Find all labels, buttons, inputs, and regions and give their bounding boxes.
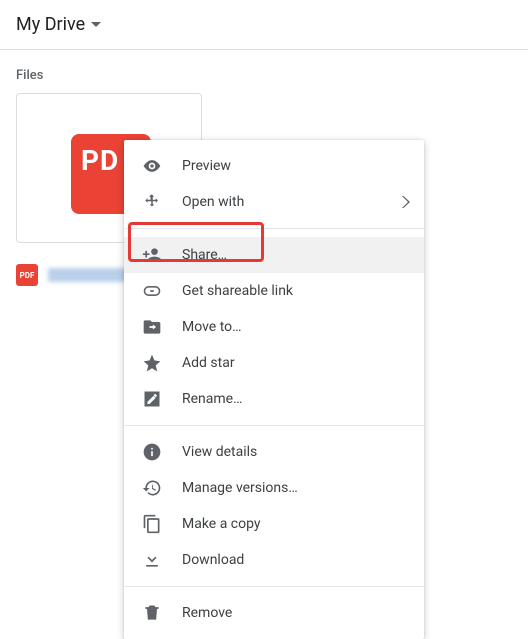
- person-add-icon: [140, 243, 164, 267]
- file-caption-row[interactable]: PDF: [16, 264, 138, 286]
- menu-item-rename[interactable]: Rename…: [124, 381, 424, 417]
- star-icon: [140, 351, 164, 375]
- menu-label: Manage versions…: [182, 480, 298, 496]
- menu-label: Get shareable link: [182, 283, 293, 299]
- menu-item-view-details[interactable]: View details: [124, 434, 424, 470]
- history-icon: [140, 476, 164, 500]
- breadcrumb[interactable]: My Drive: [0, 0, 528, 49]
- menu-label: Make a copy: [182, 516, 261, 532]
- folder-move-icon: [140, 315, 164, 339]
- menu-separator: [124, 228, 424, 229]
- menu-label: Remove: [182, 605, 232, 621]
- move-arrows-icon: [140, 190, 164, 214]
- link-icon: [140, 279, 164, 303]
- menu-label: Open with: [182, 194, 244, 210]
- context-menu: Preview Open with Share… Get shareable l…: [124, 140, 424, 639]
- trash-icon: [140, 601, 164, 625]
- download-icon: [140, 548, 164, 572]
- caret-down-icon: [91, 22, 101, 28]
- pdf-mini-icon: PDF: [16, 264, 38, 286]
- copy-icon: [140, 512, 164, 536]
- menu-item-move-to[interactable]: Move to…: [124, 309, 424, 345]
- menu-label: Download: [182, 552, 244, 568]
- chevron-right-icon: [402, 196, 410, 208]
- files-section-label: Files: [0, 50, 528, 93]
- menu-item-open-with[interactable]: Open with: [124, 184, 424, 220]
- menu-item-download[interactable]: Download: [124, 542, 424, 578]
- menu-separator: [124, 586, 424, 587]
- menu-item-remove[interactable]: Remove: [124, 595, 424, 631]
- menu-item-get-link[interactable]: Get shareable link: [124, 273, 424, 309]
- menu-item-add-star[interactable]: Add star: [124, 345, 424, 381]
- menu-item-preview[interactable]: Preview: [124, 148, 424, 184]
- menu-item-make-copy[interactable]: Make a copy: [124, 506, 424, 542]
- menu-label: View details: [182, 444, 257, 460]
- info-icon: [140, 440, 164, 464]
- menu-item-manage-versions[interactable]: Manage versions…: [124, 470, 424, 506]
- menu-label: Add star: [182, 355, 235, 371]
- menu-separator: [124, 425, 424, 426]
- menu-label: Preview: [182, 158, 231, 174]
- menu-label: Share…: [182, 247, 227, 263]
- menu-item-share[interactable]: Share…: [124, 237, 424, 273]
- eye-icon: [140, 154, 164, 178]
- menu-label: Rename…: [182, 391, 242, 407]
- pencil-icon: [140, 387, 164, 411]
- breadcrumb-title: My Drive: [16, 14, 85, 35]
- menu-label: Move to…: [182, 319, 242, 335]
